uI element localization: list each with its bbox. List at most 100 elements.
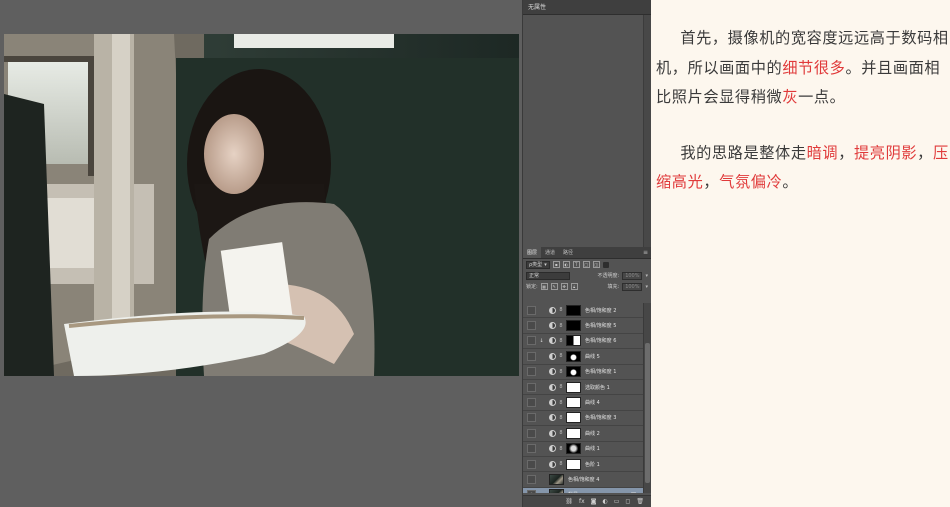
visibility-eye-icon[interactable] [527,428,536,438]
visibility-eye-icon[interactable] [527,321,536,331]
filter-smart-object-icon[interactable]: ◫ [592,261,600,268]
layer-mask-thumbnail[interactable] [566,443,581,455]
layer-row[interactable]: 色相/饱和度 4 [523,472,644,488]
layer-row[interactable]: 8 选取颜色 1 [523,380,644,396]
layer-name[interactable]: 色相/饱和度 3 [585,414,616,421]
visibility-eye-icon[interactable] [527,351,536,361]
layer-row[interactable]: 8 色相/饱和度 3 [523,411,644,427]
visibility-eye-icon[interactable] [527,382,536,392]
mask-link-icon[interactable]: 8 [558,430,564,436]
filter-toggle-icon[interactable] [602,261,609,268]
layer-mask-thumbnail[interactable] [566,458,581,470]
layer-name[interactable]: 色相/饱和度 5 [585,322,616,329]
tab-layers[interactable]: 图层 [523,247,542,258]
layer-row[interactable]: 8 曲线 4 [523,395,644,411]
adjustment-layer-icon[interactable] [549,368,556,376]
fx-icon[interactable]: fx [579,498,585,505]
layer-name[interactable]: 曲线 2 [585,430,600,437]
visibility-eye-icon[interactable] [527,413,536,423]
layer-row[interactable]: ↓ 8 色相/饱和度 6 [523,334,644,350]
adjustment-layer-icon[interactable] [549,445,556,453]
layer-row[interactable]: 8 色相/饱和度 1 [523,365,644,380]
lock-move-icon[interactable]: ✥ [560,283,568,290]
scrollbar-thumb[interactable] [645,343,650,483]
visibility-eye-icon[interactable] [527,459,536,469]
layer-mask-thumbnail[interactable] [566,397,581,409]
layer-mask-thumbnail[interactable] [566,350,581,362]
blend-mode-select[interactable]: 正常 [526,271,570,280]
layer-name[interactable]: 曲线 4 [585,399,600,406]
opacity-dropdown-icon[interactable]: ▾ [645,273,648,279]
layer-name[interactable]: 色相/饱和度 1 [585,368,616,375]
layer-row[interactable]: 8 曲线 2 [523,426,644,442]
layer-mask-thumbnail[interactable] [566,366,581,378]
layer-name[interactable]: 曲线 1 [585,445,600,452]
layer-name[interactable]: 背景 [568,491,578,493]
panel-menu-icon[interactable]: ≡ [643,247,651,258]
adjustment-layer-icon[interactable] [549,352,556,360]
visibility-eye-icon[interactable] [527,336,536,346]
fill-input[interactable]: 100% [622,282,643,291]
properties-scrollbar[interactable] [643,15,651,247]
layer-row[interactable]: 8 曲线 1 [523,442,644,457]
mask-link-icon[interactable]: 8 [558,353,564,359]
filter-shape-icon[interactable]: □ [582,261,590,268]
trash-icon[interactable]: 🗑︎ [636,498,644,505]
tab-channels[interactable]: 通道 [541,247,559,258]
mask-link-icon[interactable]: 8 [558,384,564,390]
adjustment-layer-icon[interactable] [549,337,556,345]
mask-link-icon[interactable]: 8 [558,415,564,421]
layer-name[interactable]: 色相/饱和度 6 [585,337,616,344]
layer-mask-thumbnail[interactable] [566,381,581,393]
layer-mask-thumbnail[interactable] [566,335,581,347]
layer-row[interactable]: 8 色阶 1 [523,457,644,473]
layers-scrollbar[interactable] [643,303,651,493]
visibility-eye-icon[interactable]: ◉ [527,490,536,493]
canvas-workspace[interactable] [0,0,522,507]
layer-mask-thumbnail[interactable] [566,412,581,424]
layer-row[interactable]: ◉ 背景 ⊡ [523,487,644,493]
tab-paths[interactable]: 路径 [559,247,577,258]
adjustment-layer-icon[interactable] [549,429,556,437]
layer-filter-select[interactable]: ρ类型 ▾ [526,260,550,269]
layer-mask-thumbnail[interactable] [566,304,581,316]
link-icon[interactable]: ⛓ [565,498,573,505]
visibility-eye-icon[interactable] [527,474,536,484]
visibility-eye-icon[interactable] [527,367,536,377]
layer-name[interactable]: 选取颜色 1 [585,384,610,391]
folder-icon[interactable]: ▭ [614,498,620,505]
mask-link-icon[interactable]: 8 [558,338,564,344]
lock-all-icon[interactable]: 🔒︎ [570,283,578,290]
mask-link-icon[interactable]: 8 [558,446,564,452]
adjustment-layer-icon[interactable] [549,460,556,468]
mask-link-icon[interactable]: 8 [558,400,564,406]
visibility-eye-icon[interactable] [527,305,536,315]
adjustment-layer-icon[interactable] [549,399,556,407]
layer-row[interactable]: 8 色相/饱和度 5 [523,318,644,334]
fill-dropdown-icon[interactable]: ▾ [645,284,648,290]
layer-name[interactable]: 色相/饱和度 4 [568,476,599,483]
new-layer-icon[interactable]: ◻ [625,498,630,505]
layer-mask-thumbnail[interactable] [566,427,581,439]
mask-link-icon[interactable]: 8 [558,307,564,313]
layer-name[interactable]: 曲线 5 [585,353,600,360]
layer-name[interactable]: 色阶 1 [585,461,600,468]
mask-icon[interactable]: ◙ [591,498,597,505]
mask-link-icon[interactable]: 8 [558,323,564,329]
mask-link-icon[interactable]: 8 [558,461,564,467]
document-image[interactable] [4,34,519,376]
layer-thumbnail[interactable] [549,473,564,485]
opacity-input[interactable]: 100% [622,271,643,280]
layer-row[interactable]: 8 色相/饱和度 2 [523,303,644,319]
layer-name[interactable]: 色相/饱和度 2 [585,307,616,314]
adjustment-layer-icon[interactable] [549,383,556,391]
adjustment-layer-icon[interactable] [549,322,556,330]
adjustment-icon[interactable]: ◐ [602,498,607,505]
mask-link-icon[interactable]: 8 [558,369,564,375]
adjustment-layer-icon[interactable] [549,414,556,422]
layer-mask-thumbnail[interactable] [566,320,581,332]
filter-pixel-icon[interactable]: ▪ [552,261,560,268]
layer-row[interactable]: 8 曲线 5 [523,349,644,365]
visibility-eye-icon[interactable] [527,398,536,408]
visibility-eye-icon[interactable] [527,444,536,454]
